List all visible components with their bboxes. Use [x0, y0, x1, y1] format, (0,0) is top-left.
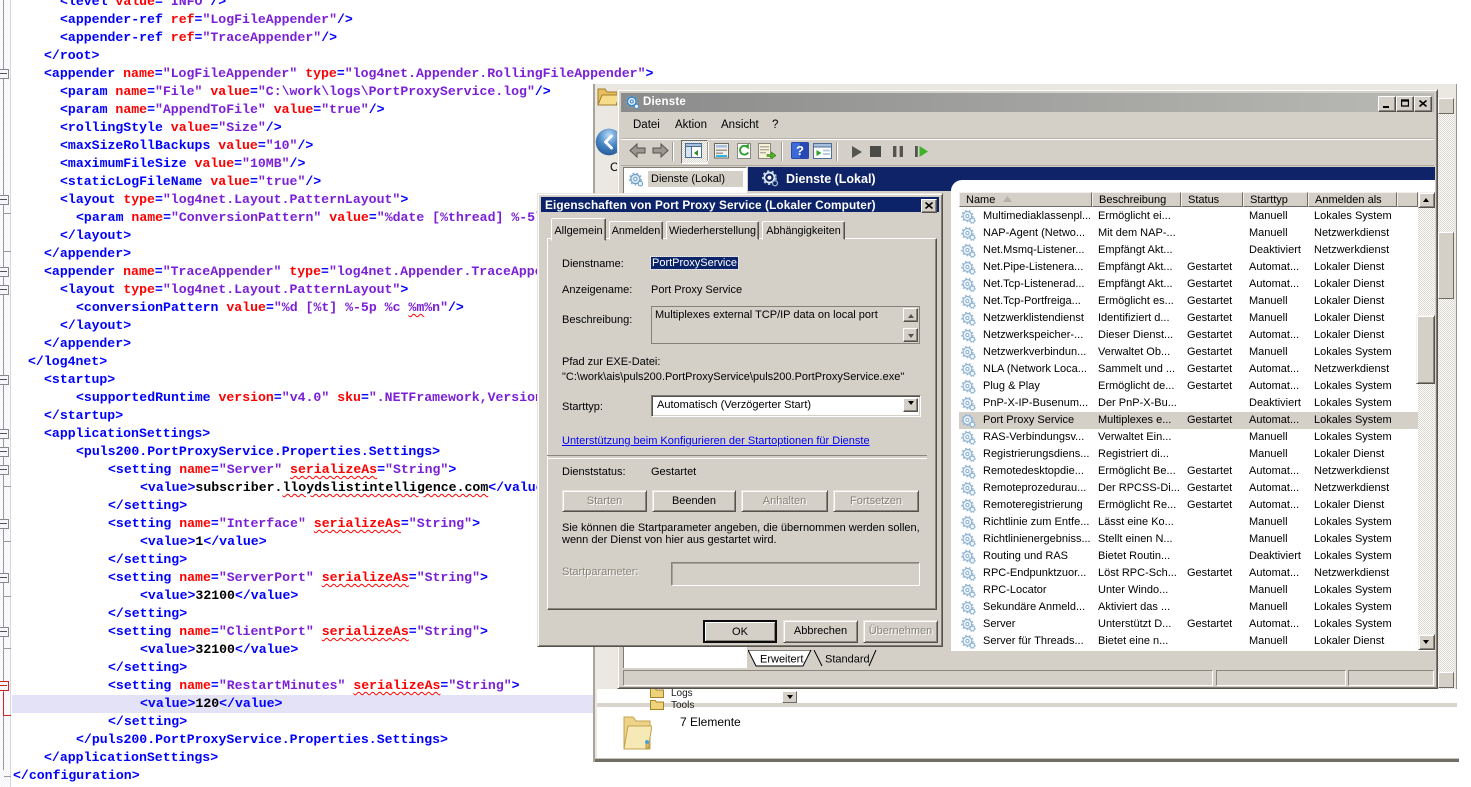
svg-text:Standard: Standard: [825, 654, 870, 666]
svg-text:?: ?: [796, 143, 804, 158]
svg-text:Erweitert: Erweitert: [760, 654, 803, 666]
